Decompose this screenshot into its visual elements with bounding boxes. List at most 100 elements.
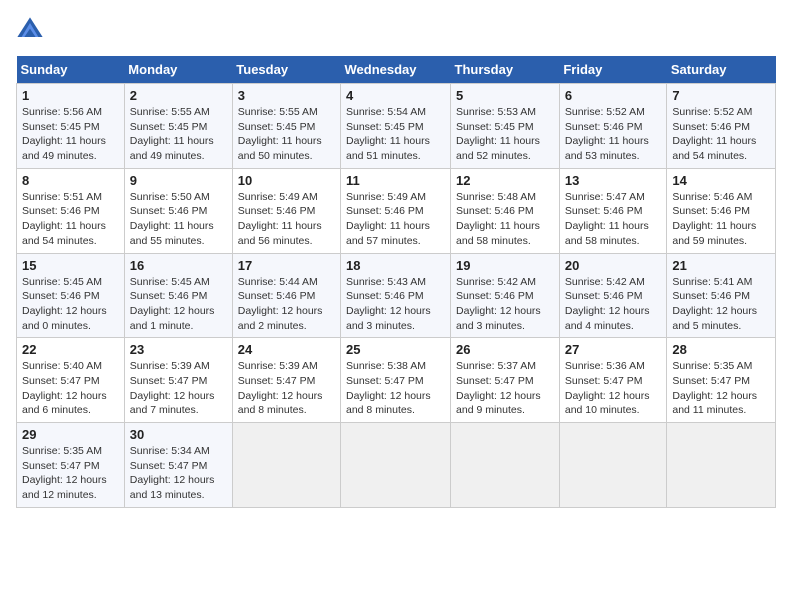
day-info: Sunrise: 5:44 AMSunset: 5:46 PMDaylight:… [238,275,335,334]
day-number: 19 [456,258,554,273]
calendar-cell: 6 Sunrise: 5:52 AMSunset: 5:46 PMDaylight… [559,84,667,169]
day-number: 20 [565,258,662,273]
day-info: Sunrise: 5:45 AMSunset: 5:46 PMDaylight:… [130,275,227,334]
calendar-cell: 1 Sunrise: 5:56 AMSunset: 5:45 PMDaylight… [17,84,125,169]
day-number: 8 [22,173,119,188]
calendar-cell [559,423,667,508]
calendar-cell: 7 Sunrise: 5:52 AMSunset: 5:46 PMDaylight… [667,84,776,169]
calendar-week-1: 1 Sunrise: 5:56 AMSunset: 5:45 PMDaylight… [17,84,776,169]
day-number: 17 [238,258,335,273]
day-number: 11 [346,173,445,188]
day-number: 14 [672,173,770,188]
day-number: 1 [22,88,119,103]
day-number: 29 [22,427,119,442]
day-info: Sunrise: 5:53 AMSunset: 5:45 PMDaylight:… [456,105,554,164]
calendar-cell [341,423,451,508]
day-number: 3 [238,88,335,103]
day-info: Sunrise: 5:37 AMSunset: 5:47 PMDaylight:… [456,359,554,418]
day-info: Sunrise: 5:46 AMSunset: 5:46 PMDaylight:… [672,190,770,249]
day-info: Sunrise: 5:51 AMSunset: 5:46 PMDaylight:… [22,190,119,249]
day-number: 5 [456,88,554,103]
calendar-cell: 4 Sunrise: 5:54 AMSunset: 5:45 PMDaylight… [341,84,451,169]
calendar-header-saturday: Saturday [667,56,776,84]
day-info: Sunrise: 5:50 AMSunset: 5:46 PMDaylight:… [130,190,227,249]
day-info: Sunrise: 5:47 AMSunset: 5:46 PMDaylight:… [565,190,662,249]
calendar-cell [451,423,560,508]
logo-icon [16,16,44,44]
day-info: Sunrise: 5:49 AMSunset: 5:46 PMDaylight:… [238,190,335,249]
calendar-header-sunday: Sunday [17,56,125,84]
day-number: 27 [565,342,662,357]
calendar-table: SundayMondayTuesdayWednesdayThursdayFrid… [16,56,776,508]
day-info: Sunrise: 5:56 AMSunset: 5:45 PMDaylight:… [22,105,119,164]
day-number: 21 [672,258,770,273]
day-number: 9 [130,173,227,188]
calendar-cell: 25 Sunrise: 5:38 AMSunset: 5:47 PMDayligh… [341,338,451,423]
calendar-cell: 26 Sunrise: 5:37 AMSunset: 5:47 PMDayligh… [451,338,560,423]
day-info: Sunrise: 5:43 AMSunset: 5:46 PMDaylight:… [346,275,445,334]
calendar-cell: 22Sunrise: 5:40 AMSunset: 5:47 PMDayligh… [17,338,125,423]
calendar-cell [667,423,776,508]
calendar-cell: 29 Sunrise: 5:35 AMSunset: 5:47 PMDayligh… [17,423,125,508]
day-info: Sunrise: 5:39 AMSunset: 5:47 PMDaylight:… [130,359,227,418]
day-info: Sunrise: 5:55 AMSunset: 5:45 PMDaylight:… [238,105,335,164]
day-number: 26 [456,342,554,357]
calendar-cell: 30 Sunrise: 5:34 AMSunset: 5:47 PMDayligh… [124,423,232,508]
calendar-cell: 8 Sunrise: 5:51 AMSunset: 5:46 PMDaylight… [17,168,125,253]
calendar-header-row: SundayMondayTuesdayWednesdayThursdayFrid… [17,56,776,84]
day-number: 13 [565,173,662,188]
day-info: Sunrise: 5:45 AMSunset: 5:46 PMDaylight:… [22,275,119,334]
calendar-cell: 12 Sunrise: 5:48 AMSunset: 5:46 PMDayligh… [451,168,560,253]
calendar-cell: 14 Sunrise: 5:46 AMSunset: 5:46 PMDayligh… [667,168,776,253]
calendar-header-monday: Monday [124,56,232,84]
day-number: 4 [346,88,445,103]
day-info: Sunrise: 5:55 AMSunset: 5:45 PMDaylight:… [130,105,227,164]
calendar-week-5: 29 Sunrise: 5:35 AMSunset: 5:47 PMDayligh… [17,423,776,508]
logo [16,16,48,44]
calendar-cell: 16 Sunrise: 5:45 AMSunset: 5:46 PMDayligh… [124,253,232,338]
calendar-week-3: 15 Sunrise: 5:45 AMSunset: 5:46 PMDayligh… [17,253,776,338]
day-number: 16 [130,258,227,273]
calendar-cell: 18 Sunrise: 5:43 AMSunset: 5:46 PMDayligh… [341,253,451,338]
day-number: 7 [672,88,770,103]
calendar-header-friday: Friday [559,56,667,84]
day-number: 30 [130,427,227,442]
day-number: 24 [238,342,335,357]
calendar-cell: 17 Sunrise: 5:44 AMSunset: 5:46 PMDayligh… [232,253,340,338]
calendar-cell: 28Sunrise: 5:35 AMSunset: 5:47 PMDayligh… [667,338,776,423]
calendar-cell: 23Sunrise: 5:39 AMSunset: 5:47 PMDayligh… [124,338,232,423]
day-info: Sunrise: 5:35 AMSunset: 5:47 PMDaylight:… [22,444,119,503]
calendar-header-wednesday: Wednesday [341,56,451,84]
calendar-cell: 11 Sunrise: 5:49 AMSunset: 5:46 PMDayligh… [341,168,451,253]
day-info: Sunrise: 5:52 AMSunset: 5:46 PMDaylight:… [565,105,662,164]
day-info: Sunrise: 5:35 AMSunset: 5:47 PMDaylight:… [672,359,770,418]
calendar-cell: 19Sunrise: 5:42 AMSunset: 5:46 PMDayligh… [451,253,560,338]
day-info: Sunrise: 5:34 AMSunset: 5:47 PMDaylight:… [130,444,227,503]
calendar-week-4: 22Sunrise: 5:40 AMSunset: 5:47 PMDayligh… [17,338,776,423]
day-info: Sunrise: 5:38 AMSunset: 5:47 PMDaylight:… [346,359,445,418]
day-number: 18 [346,258,445,273]
calendar-cell: 5 Sunrise: 5:53 AMSunset: 5:45 PMDaylight… [451,84,560,169]
calendar-cell: 3 Sunrise: 5:55 AMSunset: 5:45 PMDaylight… [232,84,340,169]
day-number: 22 [22,342,119,357]
page-header [16,16,776,44]
day-info: Sunrise: 5:41 AMSunset: 5:46 PMDaylight:… [672,275,770,334]
day-info: Sunrise: 5:42 AMSunset: 5:46 PMDaylight:… [565,275,662,334]
calendar-header-tuesday: Tuesday [232,56,340,84]
day-info: Sunrise: 5:49 AMSunset: 5:46 PMDaylight:… [346,190,445,249]
calendar-cell: 15 Sunrise: 5:45 AMSunset: 5:46 PMDayligh… [17,253,125,338]
day-number: 10 [238,173,335,188]
day-info: Sunrise: 5:48 AMSunset: 5:46 PMDaylight:… [456,190,554,249]
calendar-week-2: 8 Sunrise: 5:51 AMSunset: 5:46 PMDaylight… [17,168,776,253]
calendar-cell: 9 Sunrise: 5:50 AMSunset: 5:46 PMDaylight… [124,168,232,253]
day-info: Sunrise: 5:54 AMSunset: 5:45 PMDaylight:… [346,105,445,164]
calendar-header-thursday: Thursday [451,56,560,84]
calendar-cell: 20 Sunrise: 5:42 AMSunset: 5:46 PMDayligh… [559,253,667,338]
day-info: Sunrise: 5:52 AMSunset: 5:46 PMDaylight:… [672,105,770,164]
day-number: 25 [346,342,445,357]
day-number: 15 [22,258,119,273]
day-number: 12 [456,173,554,188]
day-number: 6 [565,88,662,103]
calendar-cell: 13 Sunrise: 5:47 AMSunset: 5:46 PMDayligh… [559,168,667,253]
calendar-cell: 10 Sunrise: 5:49 AMSunset: 5:46 PMDayligh… [232,168,340,253]
